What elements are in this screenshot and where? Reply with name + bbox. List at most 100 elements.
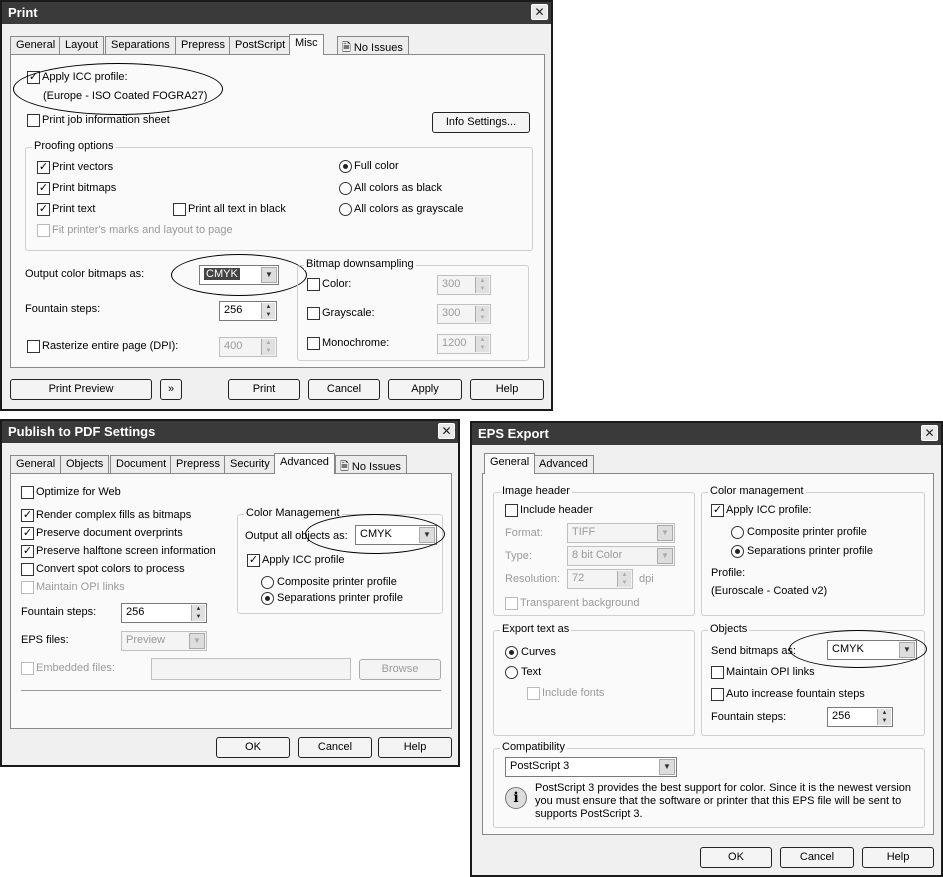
include-fonts-checkbox[interactable]	[527, 687, 540, 700]
print-tab-prepress[interactable]: Prepress	[175, 36, 232, 54]
ds-grayscale-checkbox[interactable]	[307, 307, 320, 320]
print-close-icon[interactable]: ✕	[531, 4, 548, 20]
chevron-down-icon[interactable]: ▼	[659, 759, 675, 775]
preserve-overprints-checkbox[interactable]: ✓	[21, 527, 34, 540]
spinner-arrows-icon[interactable]: ▲ ▼	[191, 605, 205, 621]
pdf-title-bar[interactable]: Publish to PDF Settings	[2, 421, 458, 443]
all-colors-black-radio[interactable]	[339, 182, 352, 195]
fit-printer-marks-checkbox[interactable]	[37, 224, 50, 237]
pdf-separations-radio[interactable]	[261, 592, 274, 605]
compatibility-select[interactable]: PostScript 3 ▼	[505, 757, 677, 777]
print-apply-button[interactable]: Apply	[388, 379, 462, 400]
eps-files-select[interactable]: Preview ▼	[121, 631, 207, 651]
print-tab-separations[interactable]: Separations	[105, 36, 176, 54]
include-header-checkbox[interactable]	[505, 504, 518, 517]
chevron-down-icon[interactable]: ▼	[419, 527, 435, 543]
curves-radio[interactable]	[505, 646, 518, 659]
eps-close-icon[interactable]: ✕	[921, 425, 938, 441]
info-settings-button[interactable]: Info Settings...	[432, 112, 530, 133]
maintain-opi-checkbox[interactable]	[21, 581, 34, 594]
print-all-text-black-checkbox[interactable]	[173, 203, 186, 216]
pdf-tab-prepress[interactable]: Prepress	[170, 455, 227, 473]
spinner-arrows-icon[interactable]: ▲ ▼	[617, 571, 631, 587]
ds-color-input[interactable]: 300 ▲ ▼	[437, 275, 491, 295]
print-tab-postscript[interactable]: PostScript	[229, 36, 292, 54]
pdf-composite-radio[interactable]	[261, 576, 274, 589]
eps-maintain-opi-checkbox[interactable]	[711, 666, 724, 679]
embedded-files-input[interactable]	[151, 658, 351, 680]
print-text-checkbox[interactable]: ✓	[37, 203, 50, 216]
print-help-button[interactable]: Help	[470, 379, 544, 400]
print-cancel-button[interactable]: Cancel	[308, 379, 380, 400]
output-color-bitmaps-select[interactable]: CMYK ▼	[199, 265, 279, 285]
chevron-down-icon[interactable]: ▼	[261, 267, 277, 283]
pdf-ok-button[interactable]: OK	[216, 737, 290, 758]
print-tab-general[interactable]: General	[10, 36, 62, 54]
print-tab-no-issues[interactable]: 🗎 No Issues	[337, 36, 409, 54]
eps-fountain-steps-input[interactable]: 256 ▲ ▼	[827, 707, 893, 727]
eps-apply-icc-checkbox[interactable]: ✓	[711, 504, 724, 517]
output-all-objects-select[interactable]: CMYK ▼	[355, 525, 437, 545]
pdf-tab-advanced[interactable]: Advanced	[274, 453, 335, 474]
browse-button[interactable]: Browse	[359, 659, 441, 680]
convert-spot-checkbox[interactable]	[21, 563, 34, 576]
chevron-down-icon[interactable]: ▼	[189, 633, 205, 649]
pdf-fountain-steps-input[interactable]: 256 ▲ ▼	[121, 603, 207, 623]
spinner-arrows-icon[interactable]: ▲ ▼	[261, 303, 275, 319]
pdf-help-button[interactable]: Help	[378, 737, 452, 758]
apply-icc-checkbox[interactable]: ✓	[27, 71, 40, 84]
ds-grayscale-input[interactable]: 300 ▲ ▼	[437, 304, 491, 324]
chevron-down-icon[interactable]: ▼	[899, 642, 915, 658]
full-color-radio[interactable]	[339, 160, 352, 173]
spinner-arrows-icon[interactable]: ▲ ▼	[877, 709, 891, 725]
eps-title-bar[interactable]: EPS Export	[472, 423, 941, 445]
print-bitmaps-checkbox[interactable]: ✓	[37, 182, 50, 195]
print-title-bar[interactable]: Print	[2, 2, 551, 24]
text-radio[interactable]	[505, 666, 518, 679]
pdf-tab-security[interactable]: Security	[224, 455, 276, 473]
eps-tab-advanced[interactable]: Advanced	[533, 455, 594, 473]
spinner-arrows-icon[interactable]: ▲ ▼	[475, 336, 489, 352]
pdf-tab-general[interactable]: General	[10, 455, 62, 473]
spinner-arrows-icon[interactable]: ▲ ▼	[475, 277, 489, 293]
pdf-tab-objects[interactable]: Objects	[60, 455, 110, 473]
chevron-down-icon[interactable]: ▼	[657, 525, 673, 541]
pdf-apply-icc-checkbox[interactable]: ✓	[247, 554, 260, 567]
eps-ok-button[interactable]: OK	[700, 847, 772, 868]
pdf-cancel-button[interactable]: Cancel	[298, 737, 372, 758]
embedded-files-checkbox[interactable]	[21, 662, 34, 675]
format-select[interactable]: TIFF ▼	[567, 523, 675, 543]
print-job-sheet-checkbox[interactable]	[27, 114, 40, 127]
fountain-steps-input[interactable]: 256 ▲ ▼	[219, 301, 277, 321]
print-button[interactable]: Print	[228, 379, 300, 400]
print-vectors-checkbox[interactable]: ✓	[37, 161, 50, 174]
spinner-arrows-icon[interactable]: ▲ ▼	[475, 306, 489, 322]
type-select[interactable]: 8 bit Color ▼	[567, 546, 675, 566]
chevron-down-icon[interactable]: ▼	[657, 548, 673, 564]
eps-help-button[interactable]: Help	[862, 847, 934, 868]
ds-color-checkbox[interactable]	[307, 278, 320, 291]
optimize-web-checkbox[interactable]	[21, 486, 34, 499]
print-tab-layout[interactable]: Layout	[59, 36, 105, 54]
print-preview-button[interactable]: Print Preview	[10, 379, 152, 400]
rasterize-checkbox[interactable]	[27, 340, 40, 353]
resolution-input[interactable]: 72 ▲ ▼	[567, 569, 633, 589]
spinner-arrows-icon[interactable]: ▲ ▼	[261, 339, 275, 355]
render-complex-checkbox[interactable]: ✓	[21, 509, 34, 522]
all-colors-grayscale-radio[interactable]	[339, 203, 352, 216]
rasterize-dpi-input[interactable]: 400 ▲ ▼	[219, 337, 277, 357]
eps-separations-radio[interactable]	[731, 545, 744, 558]
preserve-halftone-checkbox[interactable]: ✓	[21, 545, 34, 558]
print-tab-misc[interactable]: Misc	[289, 34, 324, 55]
auto-increase-checkbox[interactable]	[711, 688, 724, 701]
pdf-close-icon[interactable]: ✕	[438, 423, 455, 439]
ds-mono-input[interactable]: 1200 ▲ ▼	[437, 334, 491, 354]
send-bitmaps-select[interactable]: CMYK ▼	[827, 640, 917, 660]
eps-cancel-button[interactable]: Cancel	[780, 847, 854, 868]
pdf-tab-no-issues[interactable]: 🗎 No Issues	[335, 455, 407, 473]
ds-mono-checkbox[interactable]	[307, 337, 320, 350]
eps-composite-radio[interactable]	[731, 526, 744, 539]
pdf-tab-document[interactable]: Document	[110, 455, 173, 473]
expand-preview-button[interactable]: »	[160, 379, 182, 400]
eps-tab-general[interactable]: General	[484, 453, 536, 474]
